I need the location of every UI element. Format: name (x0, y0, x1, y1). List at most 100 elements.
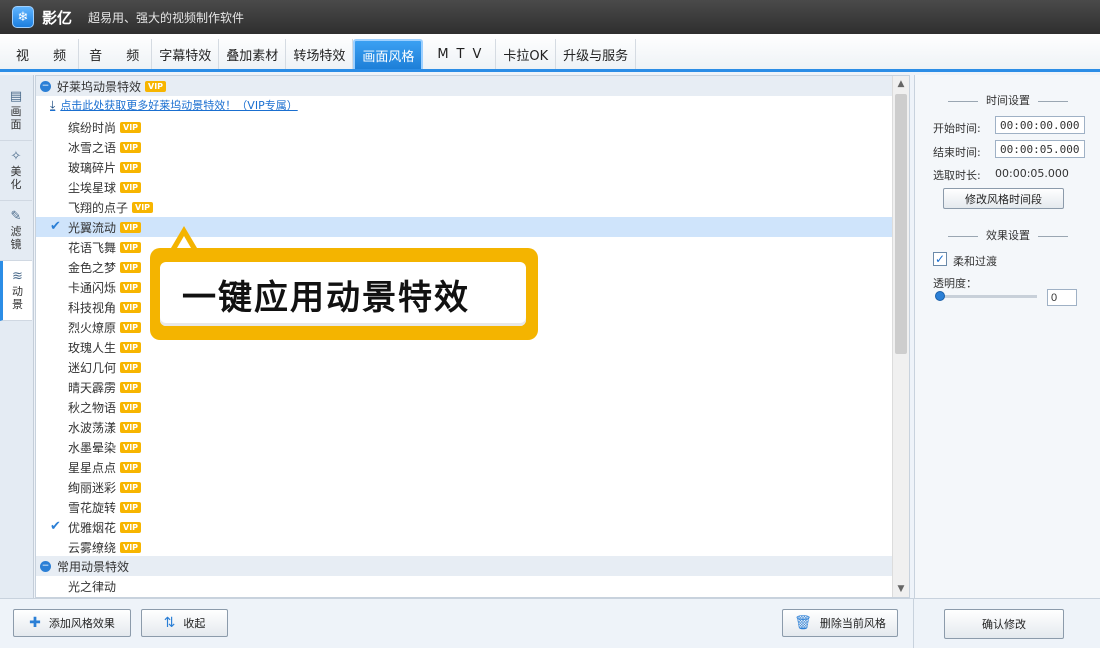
list-item[interactable]: 雪花旋转 VIP (36, 497, 892, 517)
list-item-label: 尘埃星球 (68, 180, 117, 195)
tab-video[interactable]: 视 频 (6, 39, 80, 69)
add-style-effect-button[interactable]: ✚ 添加风格效果 (13, 609, 131, 637)
opacity-slider-track[interactable] (939, 295, 1037, 298)
start-time-input[interactable] (995, 116, 1085, 134)
sidetab-picture[interactable]: ▤ 画 面 (0, 81, 32, 141)
end-time-input[interactable] (995, 140, 1085, 158)
sidetab-motion-scene[interactable]: ≋ 动 景 (0, 261, 32, 321)
tab-transition-effects[interactable]: 转场特效 (286, 39, 354, 69)
list-item-label: 金色之梦 (68, 260, 117, 275)
list-item[interactable]: 秋之物语 VIP (36, 397, 892, 417)
list-item[interactable]: 水波荡漾 VIP (36, 417, 892, 437)
list-item-label: 雪花旋转 (68, 500, 117, 515)
list-item-label: 玫瑰人生 (68, 340, 117, 355)
tab-upgrade-service[interactable]: 升级与服务 (556, 39, 637, 69)
film-icon: ▤ (9, 89, 23, 104)
list-item[interactable]: 晴天霹雳 VIP (36, 377, 892, 397)
list-scrollbar[interactable]: ▲ ▼ (892, 76, 909, 597)
list-item-label: 秋之物语 (68, 400, 117, 415)
vip-badge: VIP (120, 141, 142, 153)
list-item-label: 缤纷时尚 (68, 120, 117, 135)
vip-badge: VIP (120, 161, 142, 173)
vip-badge: VIP (120, 181, 142, 193)
delete-current-style-button[interactable]: 🗑 删除当前风格 (782, 609, 898, 637)
sidetab-label: 景 (12, 298, 23, 311)
side-tab-bar: ▤ 画 面 ✧ 美 化 ✎ 滤 镜 ≋ 动 景 (0, 75, 34, 598)
tab-mtv[interactable]: MTV (423, 39, 497, 69)
add-effect-icon: ✚ (29, 615, 41, 631)
tab-karaoke[interactable]: 卡拉OK (496, 39, 557, 69)
sidetab-filter[interactable]: ✎ 滤 镜 (0, 201, 32, 261)
vip-badge: VIP (120, 341, 142, 353)
effect-settings-title: 效果设置 (915, 227, 1100, 243)
tab-picture-style[interactable]: 画面风格 (353, 39, 424, 69)
sidetab-label: 化 (10, 178, 22, 191)
vip-badge: VIP (120, 241, 142, 253)
checkmark-icon: ✔ (50, 519, 61, 534)
collapse-icon[interactable]: − (40, 560, 51, 572)
list-item[interactable]: 水墨晕染 VIP (36, 437, 892, 457)
opacity-slider-thumb[interactable] (935, 291, 945, 301)
tab-overlay-material[interactable]: 叠加素材 (219, 39, 287, 69)
list-item[interactable]: 玻璃碎片 VIP (36, 157, 892, 177)
group-header-hollywood[interactable]: − 好莱坞动景特效 VIP (36, 76, 892, 96)
confirm-modify-button[interactable]: 确认修改 (944, 609, 1064, 639)
list-item-label: 冰雪之语 (68, 140, 117, 155)
trash-icon: 🗑 (794, 615, 812, 631)
callout-text: 一键应用动景特效 (160, 262, 526, 326)
bottom-toolbar: ✚ 添加风格效果 ⇅ 收起 🗑 删除当前风格 确认修改 (0, 598, 1100, 648)
button-label: 确认修改 (982, 618, 1026, 631)
duration-label: 选取时长: (933, 169, 981, 182)
sidetab-beautify[interactable]: ✧ 美 化 (0, 141, 32, 201)
list-item[interactable]: ✔ 光翼流动 VIP (36, 217, 892, 237)
checkmark-icon: ✔ (50, 219, 61, 234)
list-item[interactable]: 云雾缭绕 VIP (36, 537, 892, 557)
smooth-transition-label: 柔和过渡 (953, 255, 997, 268)
scroll-up-arrow-icon[interactable]: ▲ (893, 76, 909, 92)
group-header-common[interactable]: − 常用动景特效 (36, 556, 892, 576)
list-item-label: 水波荡漾 (68, 420, 117, 435)
vip-badge: VIP (120, 541, 142, 553)
list-item[interactable]: 光之律动 (36, 576, 892, 596)
vip-badge: VIP (120, 461, 142, 473)
list-item-label: 绚丽迷彩 (68, 480, 117, 495)
list-item[interactable]: 星星点点 VIP (36, 457, 892, 477)
main-tab-bar: 视 频 音 频 字幕特效 叠加素材 转场特效 画面风格 MTV 卡拉OK 升级与… (0, 34, 1100, 72)
sidetab-label: 面 (10, 118, 22, 131)
list-item[interactable]: ✔ 优雅烟花 VIP (36, 517, 892, 537)
button-label: 添加风格效果 (48, 617, 115, 630)
scroll-thumb[interactable] (895, 94, 907, 354)
list-item[interactable]: 缤纷时尚 VIP (36, 117, 892, 137)
opacity-input[interactable] (1047, 289, 1077, 306)
list-item[interactable]: 飞翔的点子 VIP (36, 197, 892, 217)
modify-style-time-button[interactable]: 修改风格时间段 (943, 188, 1064, 209)
list-item-label: 星星点点 (68, 460, 117, 475)
collapse-icon[interactable]: − (40, 80, 51, 92)
list-item-label: 玻璃碎片 (68, 160, 117, 175)
list-item[interactable]: 迷幻几何 VIP (36, 357, 892, 377)
callout-annotation: 一键应用动景特效 (150, 226, 538, 340)
list-item[interactable]: 玫瑰人生 VIP (36, 337, 892, 357)
settings-panel: 时间设置 开始时间: 结束时间: 选取时长: 00:00:05.000 修改风格… (914, 75, 1100, 598)
app-slogan: 超易用、强大的视频制作软件 (88, 10, 245, 25)
collapse-button[interactable]: ⇅ 收起 (141, 609, 228, 637)
button-label: 删除当前风格 (819, 617, 886, 630)
tab-audio[interactable]: 音 频 (79, 39, 153, 69)
title-bar: ❄ 影亿 超易用、强大的视频制作软件 (0, 0, 1100, 34)
button-label: 收起 (183, 617, 206, 630)
list-item[interactable]: 冰雪之语 VIP (36, 137, 892, 157)
smooth-transition-checkbox[interactable]: ✓ (933, 252, 947, 266)
vip-badge: VIP (132, 201, 154, 213)
list-item[interactable]: 尘埃星球 VIP (36, 177, 892, 197)
sidetab-label: 画 (10, 105, 22, 118)
list-item[interactable]: 绚丽迷彩 VIP (36, 477, 892, 497)
scroll-down-arrow-icon[interactable]: ▼ (893, 581, 909, 597)
promo-link[interactable]: ⤓ 点击此处获取更多好莱坞动景特效！（VIP专属） (50, 97, 298, 113)
tab-subtitle-effects[interactable]: 字幕特效 (152, 39, 220, 69)
list-item-label: 花语飞舞 (68, 240, 117, 255)
list-item-label: 光翼流动 (68, 220, 117, 235)
list-item-label: 云雾缭绕 (68, 540, 117, 555)
app-logo-icon: ❄ (12, 6, 34, 28)
vip-badge: VIP (120, 281, 142, 293)
vip-badge: VIP (120, 521, 142, 533)
